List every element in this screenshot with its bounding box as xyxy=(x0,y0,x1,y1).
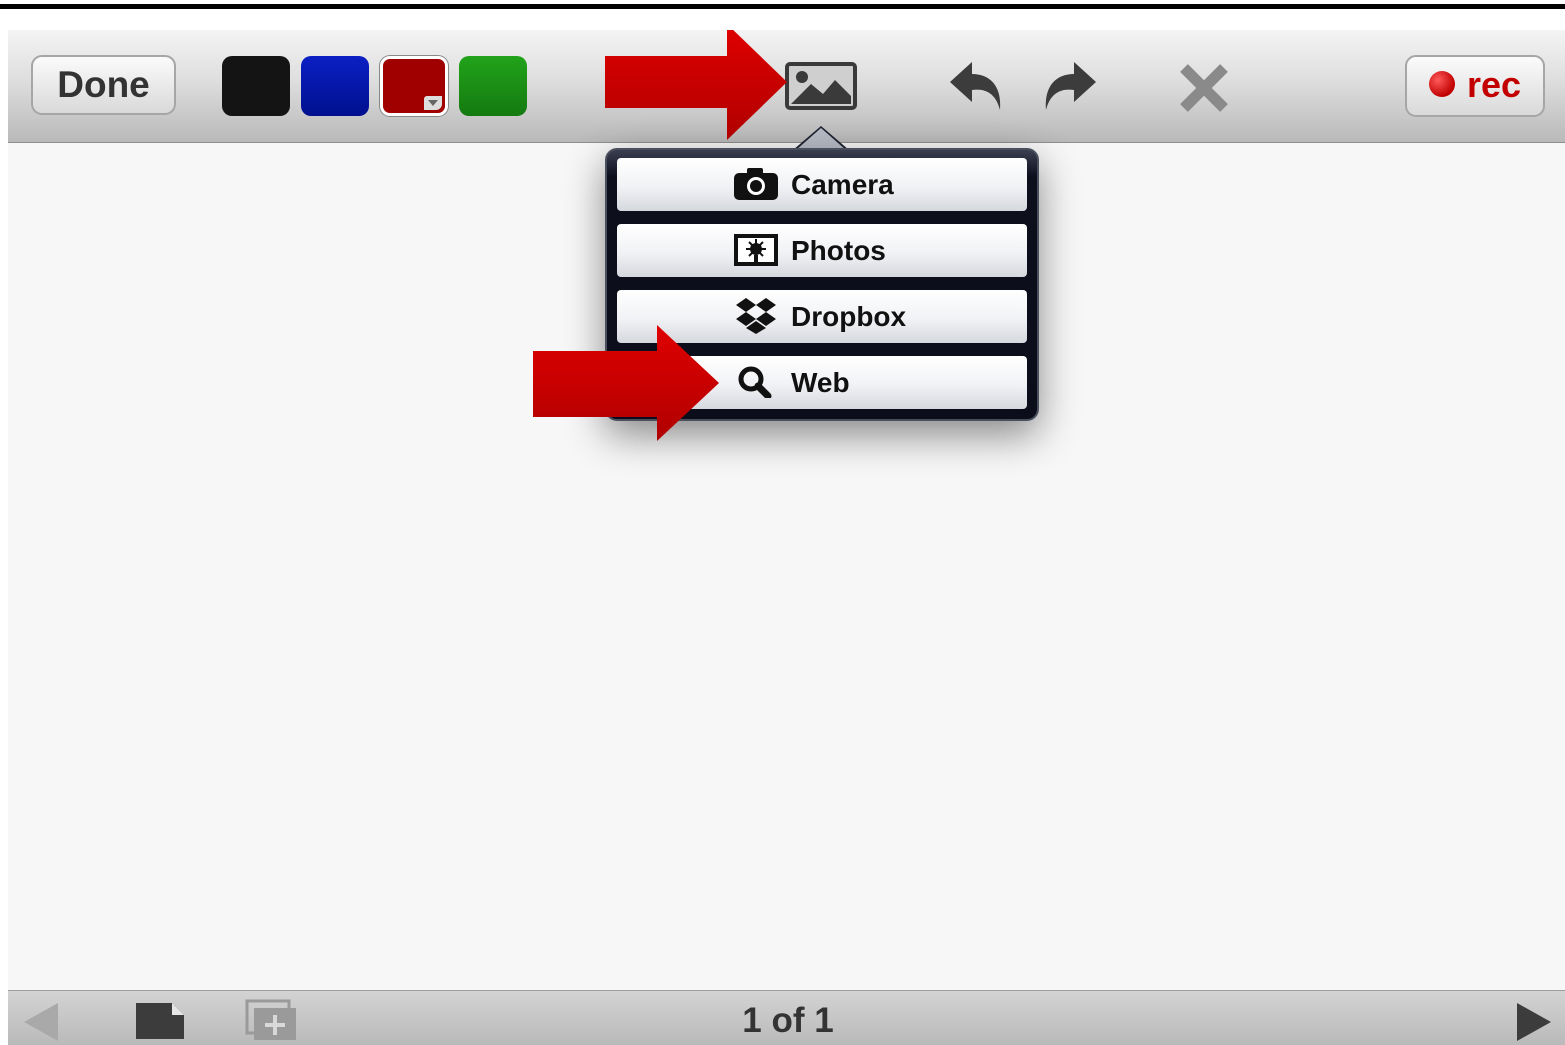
menu-item-label: Camera xyxy=(791,169,894,200)
done-button[interactable]: Done xyxy=(31,55,176,115)
color-swatch-blue[interactable] xyxy=(301,56,369,116)
record-icon xyxy=(1428,71,1455,98)
chevron-down-icon xyxy=(424,96,442,110)
page-icon[interactable] xyxy=(134,1001,186,1041)
add-page-icon[interactable] xyxy=(245,999,299,1043)
undo-icon[interactable] xyxy=(946,60,1006,115)
popover-pointer-inner xyxy=(796,128,846,150)
record-button[interactable]: rec xyxy=(1405,55,1545,117)
next-page-icon[interactable] xyxy=(1513,1001,1553,1043)
menu-item-camera[interactable]: Camera xyxy=(617,158,1027,211)
prev-page-icon[interactable] xyxy=(22,1001,62,1043)
redo-icon[interactable] xyxy=(1040,60,1100,115)
camera-icon xyxy=(734,168,778,200)
search-icon xyxy=(738,366,772,398)
menu-item-label: Dropbox xyxy=(791,301,907,332)
bottom-bar: 1 of 1 xyxy=(8,990,1565,1045)
clear-icon[interactable] xyxy=(1176,62,1232,114)
annotation-arrow-web xyxy=(533,325,719,441)
color-swatch-green[interactable] xyxy=(459,56,527,116)
whiteboard-app: Done rec Camera Photos Dropbox Web 1 of … xyxy=(8,30,1565,1045)
page-indicator: 1 of 1 xyxy=(742,1001,834,1040)
dropbox-icon xyxy=(736,298,776,334)
menu-item-label: Photos xyxy=(791,235,886,266)
photos-icon xyxy=(734,234,778,266)
annotation-arrow-image xyxy=(605,30,787,140)
menu-item-label: Web xyxy=(791,367,850,398)
top-rule xyxy=(0,4,1565,9)
color-swatch-red-selected[interactable] xyxy=(380,56,448,116)
menu-item-photos[interactable]: Photos xyxy=(617,224,1027,277)
record-label: rec xyxy=(1466,64,1522,105)
image-icon[interactable] xyxy=(785,62,857,110)
color-swatch-black[interactable] xyxy=(222,56,290,116)
